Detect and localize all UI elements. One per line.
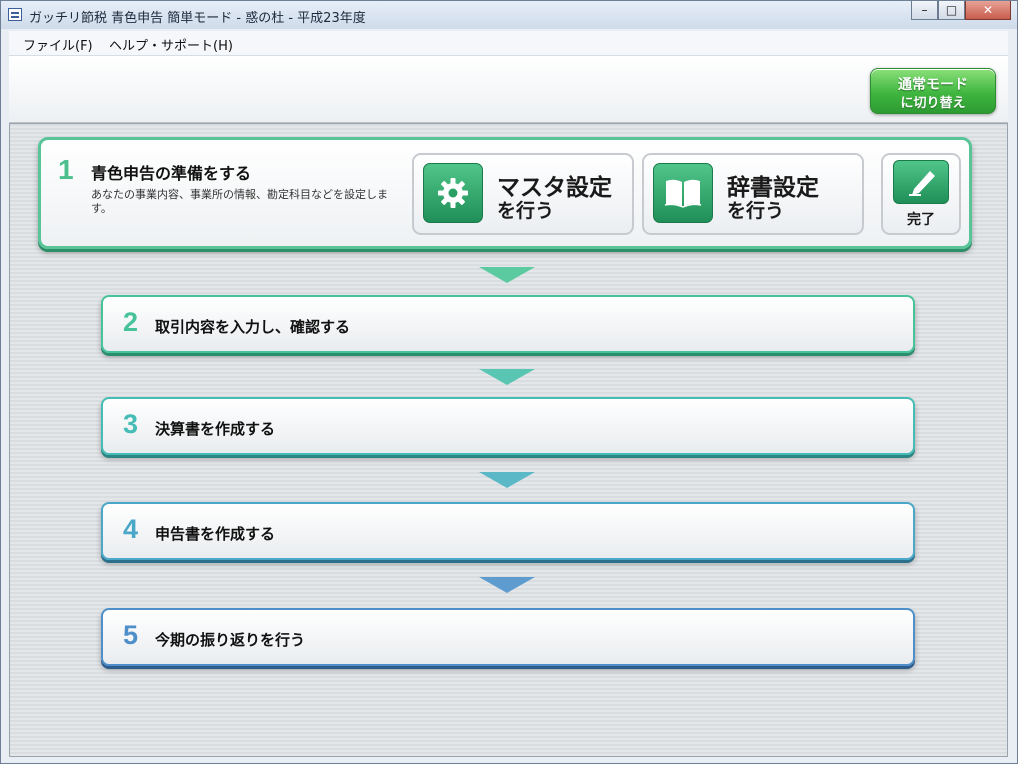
step-5-button[interactable]: 5 今期の振り返りを行う	[101, 608, 915, 666]
window-controls: – □ ✕	[911, 1, 1011, 21]
master-button-line2: を行う	[497, 200, 555, 222]
pencil-icon	[909, 171, 935, 196]
step-5-label: 今期の振り返りを行う	[155, 631, 306, 649]
close-button[interactable]: ✕	[965, 1, 1011, 20]
book-icon	[664, 179, 702, 208]
step-4-button[interactable]: 4 申告書を作成する	[101, 502, 915, 560]
menu-bar: ファイル(F) ヘルプ・サポート(H)	[9, 31, 1008, 56]
step-2-label: 取引内容を入力し、確認する	[155, 318, 351, 336]
title-bar: ガッチリ節税 青色申告 簡単モード - 惑の杜 - 平成23年度 – □ ✕	[1, 1, 1017, 29]
dictionary-settings-button[interactable]: 辞書設定 を行う	[642, 153, 864, 235]
done-button[interactable]: 完了	[881, 153, 961, 235]
done-label: 完了	[907, 212, 935, 228]
step-3-button[interactable]: 3 決算書を作成する	[101, 397, 915, 455]
flow-arrow-icon	[479, 472, 535, 488]
step-4-label: 申告書を作成する	[155, 525, 276, 543]
step-3-label: 決算書を作成する	[155, 420, 276, 438]
menu-file[interactable]: ファイル(F)	[23, 35, 93, 54]
step-4-number: 4	[123, 514, 139, 544]
app-window: ガッチリ節税 青色申告 簡単モード - 惑の杜 - 平成23年度 – □ ✕ フ…	[0, 0, 1018, 764]
workflow-panel: 1 青色申告の準備をする あなたの事業内容、事業所の情報、勘定科目などを設定しま…	[9, 123, 1008, 757]
step-1-panel: 1 青色申告の準備をする あなたの事業内容、事業所の情報、勘定科目などを設定しま…	[38, 137, 972, 249]
flow-arrow-icon	[479, 577, 535, 593]
step-1-title: 青色申告の準備をする	[91, 164, 252, 183]
gear-icon	[438, 178, 468, 208]
book-icon-box	[653, 163, 713, 223]
window-title: ガッチリ節税 青色申告 簡単モード - 惑の杜 - 平成23年度	[29, 11, 366, 26]
step-2-button[interactable]: 2 取引内容を入力し、確認する	[101, 295, 915, 353]
maximize-button[interactable]: □	[938, 1, 965, 20]
master-settings-button[interactable]: マスタ設定 を行う	[412, 153, 634, 235]
step-5-number: 5	[123, 620, 139, 650]
step-3-number: 3	[123, 409, 139, 439]
mode-button-line2: に切り替え	[900, 96, 966, 111]
pencil-icon-box	[893, 160, 949, 204]
switch-to-normal-mode-button[interactable]: 通常モード に切り替え	[870, 68, 996, 114]
flow-arrow-icon	[479, 369, 535, 385]
app-icon	[8, 8, 22, 21]
flow-arrow-icon	[479, 267, 535, 283]
dictionary-button-line2: を行う	[727, 200, 785, 222]
toolbar-area: 通常モード に切り替え	[9, 56, 1008, 123]
minimize-button[interactable]: –	[911, 1, 938, 20]
mode-button-line1: 通常モード	[898, 77, 968, 93]
step-1-description: あなたの事業内容、事業所の情報、勘定科目などを設定します。	[91, 188, 388, 215]
step-1-number: 1	[58, 154, 74, 185]
menu-help-support[interactable]: ヘルプ・サポート(H)	[109, 35, 233, 54]
gear-icon-box	[423, 163, 483, 223]
step-2-number: 2	[123, 307, 139, 337]
